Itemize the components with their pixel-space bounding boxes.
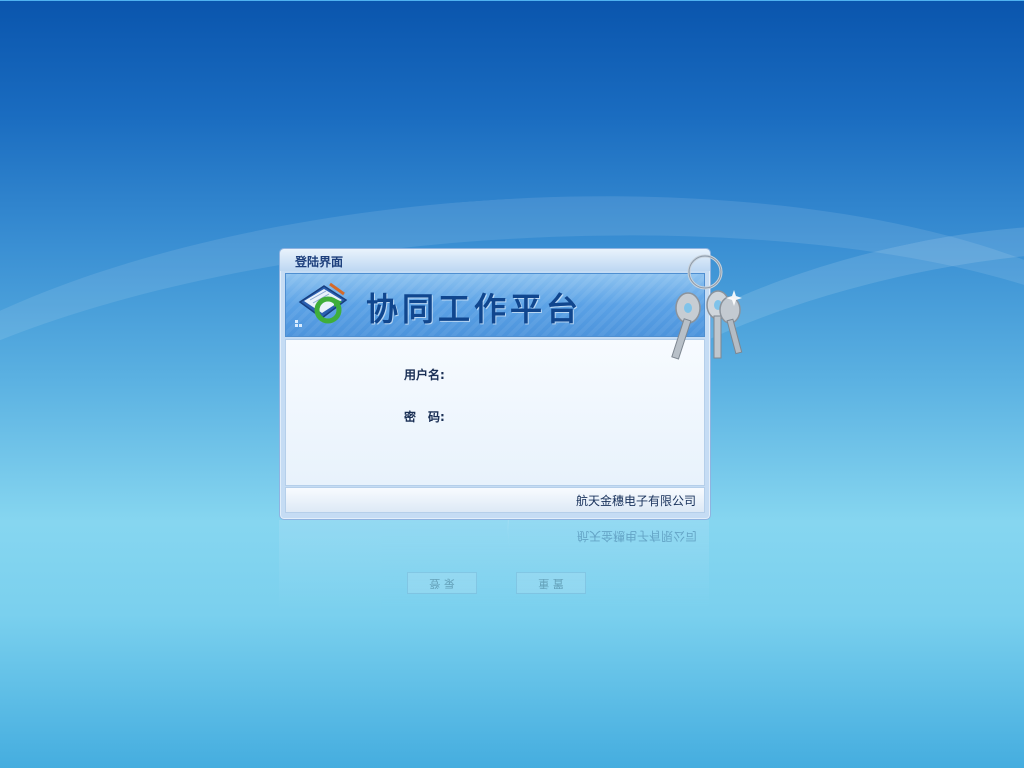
panel-titlebar: 登陆界面 (280, 249, 710, 271)
app-title: 协同工作平台 (366, 290, 583, 328)
company-name: 航天金穗电子有限公司 (575, 494, 696, 508)
password-row: 密 码: (404, 408, 621, 428)
top-edge-line (0, 0, 1024, 1)
password-label: 密 码: (404, 410, 445, 424)
keys-icon (671, 254, 743, 360)
username-input[interactable] (456, 366, 621, 385)
login-panel: 登陆界面 协同工作平台 用户名: 密 码: 航天金穗电子有限公司 (279, 248, 711, 520)
banner: 协同工作平台 (285, 273, 705, 337)
username-label: 用户名: (404, 368, 445, 382)
password-input[interactable] (456, 408, 621, 427)
login-form: 用户名: 密 码: (285, 339, 705, 486)
notebook-refresh-icon (295, 282, 348, 327)
panel-reflection: 航天金穗电子有限公司 登 录 重 置 (279, 520, 709, 610)
footer-bar: 航天金穗电子有限公司 (285, 487, 705, 513)
username-row: 用户名: (404, 366, 621, 386)
company-reflection: 航天金穗电子有限公司 (576, 529, 697, 543)
login-button-reflection: 登 录 (407, 572, 477, 594)
reset-button-reflection: 重 置 (516, 572, 586, 594)
login-desktop: 登陆界面 协同工作平台 用户名: 密 码: 航天金穗电子有限公司 航天金穗电子有… (0, 0, 1024, 768)
panel-title: 登陆界面 (295, 255, 344, 269)
